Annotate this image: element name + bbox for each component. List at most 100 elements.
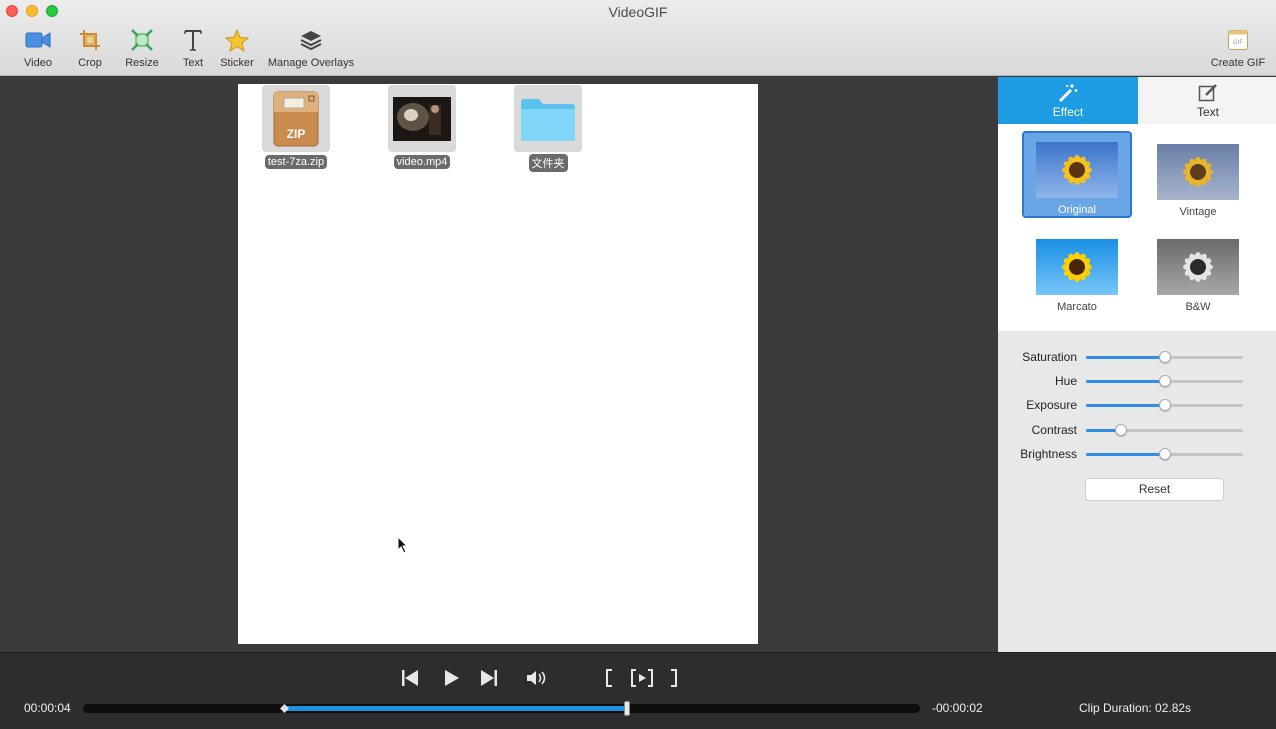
slider-knob[interactable]: [1158, 351, 1171, 363]
effects-panel: Effect Text Original Vintage Marcato B&W…: [998, 77, 1276, 652]
brightness-slider-row: Brightness: [998, 444, 1276, 464]
playback-bar: 00:00:04 -00:00:02 Clip Duration: 02.82s: [0, 652, 1276, 729]
tab-effect[interactable]: Effect: [998, 77, 1138, 124]
file-name: video.mp4: [393, 155, 451, 169]
resize-tool-label: Resize: [125, 57, 159, 69]
zip-archive-icon: ZIP: [262, 85, 330, 152]
sunflower-thumbnail: [1036, 142, 1118, 198]
clip-duration: Clip Duration: 02.82s: [1079, 701, 1192, 715]
title-bar: VideoGIF Video Crop Resize Text Sticker: [0, 0, 1276, 76]
preview-area: ZIP test-7za.zip video.mp4 文件夹: [0, 77, 998, 652]
slider-fill: [1086, 453, 1165, 456]
crop-tool-button[interactable]: Crop: [73, 28, 107, 72]
effect-label: Vintage: [1179, 206, 1217, 218]
slider-fill: [1086, 356, 1165, 359]
crop-icon: [73, 28, 107, 52]
bracket-left-icon: [606, 669, 612, 687]
edit-pencil-icon: [1138, 77, 1276, 102]
slider-knob[interactable]: [1158, 375, 1171, 387]
file-item-video[interactable]: video.mp4: [377, 85, 467, 170]
saturation-slider[interactable]: [1086, 351, 1243, 363]
hue-slider-row: Hue: [998, 371, 1276, 391]
slider-label: Hue: [1054, 374, 1077, 388]
saturation-slider-row: Saturation: [998, 347, 1276, 367]
speaker-icon: [527, 671, 546, 685]
text-tool-button[interactable]: Text: [178, 28, 208, 72]
gif-icon-text: GIF: [1233, 40, 1243, 46]
effect-label: B&W: [1185, 301, 1211, 313]
slider-knob[interactable]: [1158, 448, 1171, 460]
star-icon: [218, 28, 256, 52]
contrast-slider-row: Contrast: [998, 420, 1276, 440]
effect-original[interactable]: Original: [1022, 131, 1132, 218]
crop-tool-label: Crop: [78, 57, 102, 69]
zip-badge-text: ZIP: [287, 127, 306, 141]
video-tool-label: Video: [24, 57, 52, 69]
preview-canvas[interactable]: ZIP test-7za.zip video.mp4 文件夹: [238, 84, 758, 644]
slider-label: Brightness: [1020, 447, 1077, 461]
remaining-time: -00:00:02: [932, 701, 983, 715]
tab-text-label: Text: [1196, 105, 1219, 119]
skip-forward-button[interactable]: [478, 667, 500, 689]
play-button[interactable]: [440, 667, 462, 689]
tab-text[interactable]: Text: [1138, 77, 1276, 124]
sunflower-thumbnail: [1036, 239, 1118, 295]
effect-vintage[interactable]: Vintage: [1143, 133, 1253, 220]
hue-slider[interactable]: [1086, 375, 1243, 387]
effect-presets: Original Vintage Marcato B&W: [998, 124, 1276, 331]
effect-bw[interactable]: B&W: [1143, 228, 1253, 315]
brightness-slider[interactable]: [1086, 448, 1243, 460]
skip-forward-icon: [481, 670, 497, 686]
layers-icon: [266, 28, 356, 52]
slider-knob[interactable]: [1158, 399, 1171, 411]
bracket-right-icon: [671, 669, 677, 687]
effect-label: Marcato: [1057, 301, 1097, 313]
panel-tabs: Effect Text: [998, 77, 1276, 124]
play-selection-icon: [631, 669, 653, 687]
contrast-slider[interactable]: [1086, 424, 1243, 436]
sunflower-thumbnail: [1157, 239, 1239, 295]
video-tool-button[interactable]: Video: [20, 28, 56, 72]
play-icon: [445, 670, 459, 686]
exposure-slider[interactable]: [1086, 399, 1243, 411]
sticker-tool-button[interactable]: Sticker: [218, 28, 256, 72]
tab-effect-label: Effect: [1052, 105, 1084, 119]
manage-overlays-label: Manage Overlays: [267, 57, 355, 69]
reset-button[interactable]: Reset: [1085, 478, 1224, 501]
set-in-point-button[interactable]: [602, 667, 616, 689]
file-name: test-7za.zip: [264, 155, 328, 169]
slider-fill: [1086, 404, 1165, 407]
effect-marcato[interactable]: Marcato: [1022, 228, 1132, 315]
slider-label: Exposure: [1026, 398, 1077, 412]
file-name: 文件夹: [528, 154, 568, 172]
selection-end-handle[interactable]: [624, 701, 631, 716]
selection-range: [283, 706, 628, 711]
current-time: 00:00:04: [24, 701, 71, 715]
play-selection-button[interactable]: [629, 667, 655, 689]
video-camera-icon: [20, 28, 56, 52]
sticker-tool-label: Sticker: [220, 57, 254, 69]
magic-wand-icon: [998, 77, 1138, 103]
resize-tool-button[interactable]: Resize: [122, 28, 162, 72]
effect-label: Original: [1058, 204, 1096, 216]
slider-label: Saturation: [1022, 350, 1077, 364]
set-out-point-button[interactable]: [667, 667, 681, 689]
sunflower-thumbnail: [1157, 144, 1239, 200]
text-t-icon: [178, 28, 208, 52]
file-item-zip[interactable]: ZIP test-7za.zip: [251, 85, 341, 170]
file-item-folder[interactable]: 文件夹: [503, 85, 593, 172]
video-file-icon: [388, 85, 456, 152]
slider-knob[interactable]: [1114, 424, 1127, 436]
slider-label: Contrast: [1031, 423, 1077, 437]
text-tool-label: Text: [182, 57, 204, 69]
skip-back-icon: [402, 670, 418, 686]
gif-file-icon: GIF: [1208, 28, 1268, 52]
volume-button[interactable]: [524, 667, 550, 689]
slider-fill: [1086, 380, 1165, 383]
skip-back-button[interactable]: [399, 667, 421, 689]
resize-icon: [122, 28, 162, 52]
create-gif-button[interactable]: GIF Create GIF: [1208, 28, 1268, 72]
mouse-cursor-icon: [397, 536, 409, 554]
timeline-scrubber[interactable]: [83, 701, 920, 716]
manage-overlays-button[interactable]: Manage Overlays: [266, 28, 356, 72]
